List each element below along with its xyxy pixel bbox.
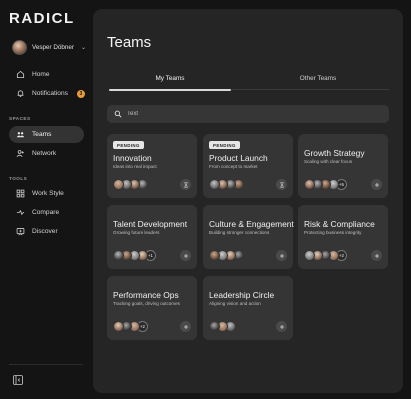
tab-my-teams[interactable]: My Teams xyxy=(109,67,231,91)
sidebar-item-notifications[interactable]: Notifications 3 xyxy=(9,85,85,102)
team-card[interactable]: PENDING Product Launch From concept to mar… xyxy=(203,134,293,198)
team-card[interactable]: Risk & Compliance Protecting business int… xyxy=(298,205,388,269)
team-subtitle: Growing future leaders xyxy=(113,230,160,235)
team-name: Growth Strategy xyxy=(304,148,365,158)
team-name: Innovation xyxy=(113,153,152,163)
notification-count-badge: 3 xyxy=(76,89,85,98)
status-badge: PENDING xyxy=(209,141,240,149)
member-avatars[interactable] xyxy=(209,321,236,332)
member-avatars[interactable] xyxy=(209,250,244,261)
sidebar-item-work-style[interactable]: Work Style xyxy=(9,185,84,202)
grid-icon xyxy=(16,189,25,198)
sidebar-divider xyxy=(9,364,83,365)
team-card[interactable]: Performance Ops Tracking goals, driving o… xyxy=(107,276,197,340)
avatar xyxy=(113,179,124,190)
sidebar-item-compare[interactable]: Compare xyxy=(9,204,84,221)
avatar xyxy=(209,321,220,332)
user-plus-icon xyxy=(16,150,24,157)
sidebar-item-network[interactable]: Network xyxy=(9,145,84,162)
sidebar-item-label: Teams xyxy=(32,131,52,138)
sidebar-item-label: Notifications xyxy=(32,90,68,97)
sidebar: RADICL Vesper Döbner ⌄ Home Notification… xyxy=(0,0,92,399)
team-card[interactable]: Talent Development Growing future leaders… xyxy=(107,205,197,269)
team-subtitle: Scaling with clear focus xyxy=(304,159,353,164)
add-icon[interactable] xyxy=(180,250,191,261)
users-icon xyxy=(16,132,25,138)
team-card[interactable]: Growth Strategy Scaling with clear focus +… xyxy=(298,134,388,198)
add-icon[interactable] xyxy=(180,321,191,332)
collapse-sidebar-icon[interactable] xyxy=(13,375,23,385)
avatar xyxy=(113,321,124,332)
page-title: Teams xyxy=(107,34,152,51)
search-input[interactable] xyxy=(127,111,367,117)
member-avatars[interactable]: +5 xyxy=(304,179,347,190)
sidebar-item-teams[interactable]: Teams xyxy=(9,126,84,143)
team-subtitle: Protecting business integrity xyxy=(304,230,362,235)
team-card[interactable]: PENDING Innovation Ideas into real impact xyxy=(107,134,197,198)
add-icon[interactable] xyxy=(371,179,382,190)
avatar xyxy=(113,250,124,261)
team-subtitle: Tracking goals, driving outcomes xyxy=(113,301,180,306)
tab-bar: My Teams Other Teams xyxy=(109,67,389,91)
sidebar-item-label: Home xyxy=(32,71,50,78)
discover-icon xyxy=(16,228,25,236)
team-subtitle: From concept to market xyxy=(209,164,258,169)
hourglass-icon[interactable] xyxy=(180,179,191,190)
avatar xyxy=(209,179,220,190)
user-name: Vesper Döbner xyxy=(32,43,75,51)
team-name: Performance Ops xyxy=(113,290,179,300)
sidebar-item-home[interactable]: Home xyxy=(9,66,84,83)
avatar xyxy=(12,39,27,55)
status-badge: PENDING xyxy=(113,141,144,149)
sidebar-item-label: Compare xyxy=(32,209,60,216)
team-subtitle: Building stronger connections xyxy=(209,230,270,235)
member-avatars[interactable]: +2 xyxy=(304,250,347,261)
sidebar-item-label: Network xyxy=(32,150,57,157)
chevron-down-icon: ⌄ xyxy=(81,44,87,51)
main-panel: Teams My Teams Other Teams PENDING Innova… xyxy=(93,9,403,393)
hourglass-icon[interactable] xyxy=(276,179,287,190)
team-card[interactable]: Leadership Circle Aligning vision and act… xyxy=(203,276,293,340)
team-subtitle: Ideas into real impact xyxy=(113,164,157,169)
sidebar-item-label: Discover xyxy=(32,228,58,235)
tab-other-teams[interactable]: Other Teams xyxy=(257,67,379,89)
avatar xyxy=(304,179,315,190)
sidebar-item-label: Work Style xyxy=(32,190,64,197)
search-bar[interactable] xyxy=(107,105,389,123)
team-subtitle: Aligning vision and action xyxy=(209,301,261,306)
member-avatars[interactable]: +1 xyxy=(113,250,156,261)
app-logo[interactable]: RADICL xyxy=(9,10,75,27)
team-name: Product Launch xyxy=(209,153,268,163)
bell-icon xyxy=(17,90,24,97)
team-name: Risk & Compliance xyxy=(304,219,375,229)
compare-icon xyxy=(16,209,25,216)
avatar xyxy=(304,250,315,261)
member-avatars[interactable]: +2 xyxy=(113,321,148,332)
section-label-spaces: SPACES xyxy=(9,116,31,121)
team-name: Culture & Engagement xyxy=(209,219,294,229)
add-icon[interactable] xyxy=(371,250,382,261)
section-label-tools: TOOLS xyxy=(9,176,28,181)
sidebar-item-discover[interactable]: Discover xyxy=(9,223,84,240)
home-icon xyxy=(16,70,25,79)
add-icon[interactable] xyxy=(276,321,287,332)
avatar xyxy=(209,250,220,261)
add-icon[interactable] xyxy=(276,250,287,261)
user-menu[interactable]: Vesper Döbner ⌄ xyxy=(12,38,86,56)
member-avatars[interactable] xyxy=(209,179,244,190)
team-name: Talent Development xyxy=(113,219,188,229)
member-avatars[interactable] xyxy=(113,179,148,190)
team-card[interactable]: Culture & Engagement Building stronger co… xyxy=(203,205,294,269)
search-icon xyxy=(114,110,122,118)
team-name: Leadership Circle xyxy=(209,290,275,300)
